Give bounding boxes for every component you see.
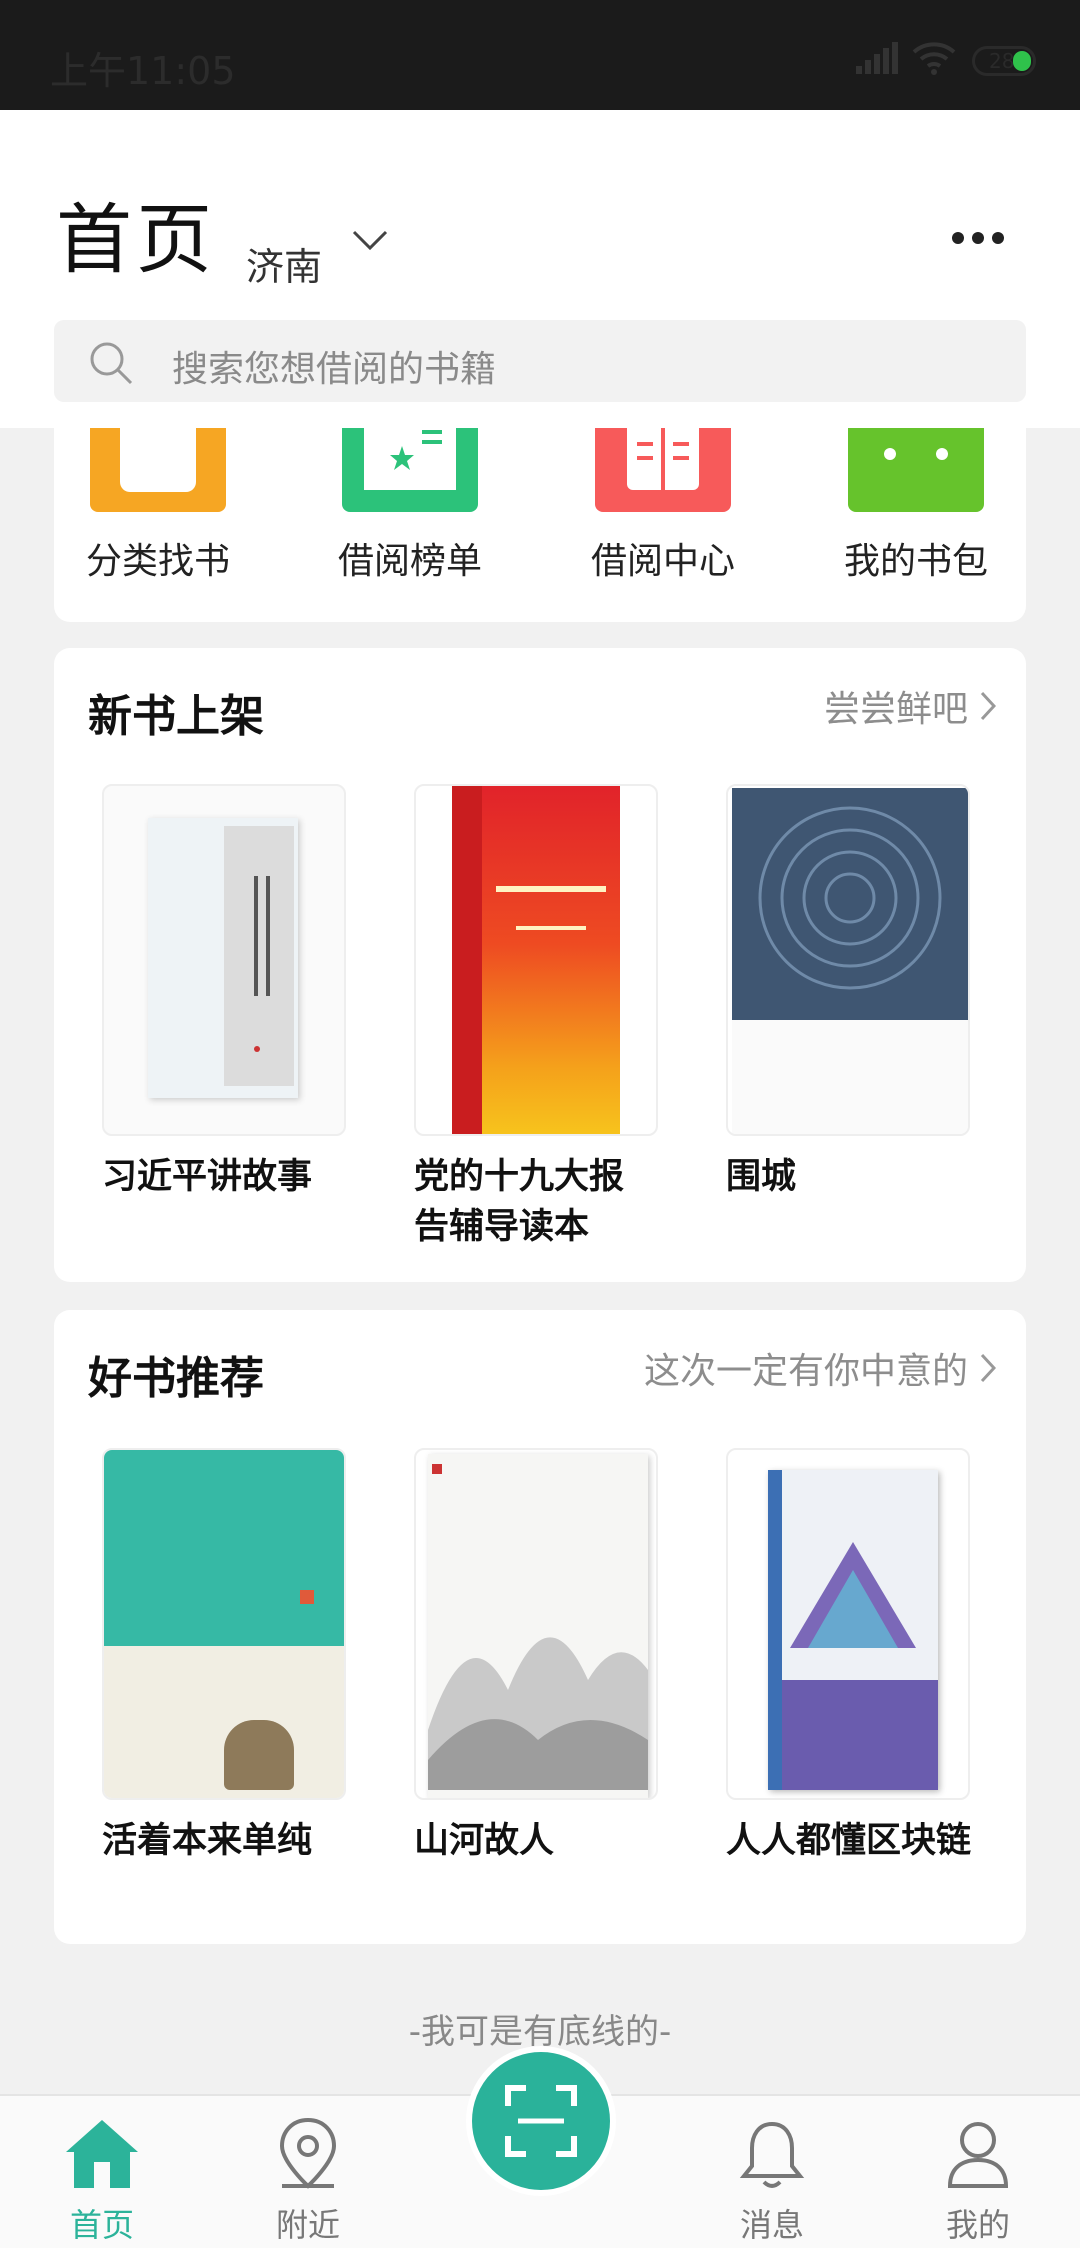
book-cover <box>726 1448 970 1800</box>
section-title: 新书上架 <box>88 691 264 742</box>
section-more-link[interactable]: 尝尝鲜吧 <box>824 680 996 732</box>
tab-messages[interactable]: 消息 <box>692 2096 852 2248</box>
tab-home[interactable]: 首页 <box>22 2096 182 2248</box>
book-title: 人人都懂区块链 <box>726 1821 972 1861</box>
tab-label: 附近 <box>275 2206 340 2244</box>
book-cover <box>414 1448 658 1800</box>
ranking-icon <box>342 428 478 512</box>
search-input[interactable]: 搜索您想借阅的书籍 <box>54 320 1026 402</box>
user-icon <box>947 2122 1009 2188</box>
signal-icon <box>856 42 898 74</box>
battery-icon: 28 <box>972 46 1036 76</box>
bell-icon <box>739 2121 805 2188</box>
tab-label: 首页 <box>69 2206 134 2244</box>
search-icon <box>90 342 133 385</box>
book-card[interactable]: 党的十九大报 告辅导读本 <box>414 784 662 1252</box>
page-title: 首页 <box>56 195 216 284</box>
city-selector[interactable]: 济南 <box>246 236 322 291</box>
book-cover <box>102 1448 346 1800</box>
section-more-link[interactable]: 这次一定有你中意的 <box>644 1342 996 1394</box>
open-book-icon <box>595 428 731 512</box>
quick-item-label: 借阅中心 <box>590 541 735 582</box>
quick-item-label: 借阅榜单 <box>337 541 482 582</box>
scan-icon <box>505 2085 577 2157</box>
tab-label: 消息 <box>739 2206 804 2244</box>
battery-level: 28 <box>989 49 1015 73</box>
bag-icon <box>848 428 984 512</box>
quick-item-label: 我的书包 <box>843 541 988 582</box>
book-card[interactable]: 人人都懂区块链 <box>726 1448 974 1866</box>
scan-button[interactable] <box>466 2046 616 2196</box>
status-bar: 上午11:05 28 <box>0 0 1080 110</box>
recommended-section: 好书推荐 这次一定有你中意的 活着本来单纯 山河故人 人人都懂区块链 <box>54 1310 1026 1944</box>
section-more-label: 尝尝鲜吧 <box>823 689 968 730</box>
chevron-right-icon <box>980 1353 996 1383</box>
category-icon <box>90 428 226 512</box>
wifi-icon <box>912 42 956 75</box>
book-cover <box>726 784 970 1136</box>
tab-mine[interactable]: 我的 <box>898 2096 1058 2248</box>
quick-menu: 分类找书 借阅榜单 借阅中心 我的书包 <box>54 428 1026 622</box>
chevron-down-icon[interactable] <box>352 230 388 252</box>
book-title: 山河故人 <box>414 1821 555 1861</box>
book-title: 党的十九大报 告辅导读本 <box>414 1157 625 1247</box>
book-cover <box>102 784 346 1136</box>
quick-item-my-bag[interactable]: 我的书包 <box>812 428 992 622</box>
book-cover <box>414 784 658 1136</box>
book-card[interactable]: 山河故人 <box>414 1448 662 1866</box>
quick-item-ranking[interactable]: 借阅榜单 <box>306 428 486 622</box>
book-card[interactable]: 活着本来单纯 <box>102 1448 350 1866</box>
section-title: 好书推荐 <box>88 1353 264 1404</box>
status-time: 上午11:05 <box>50 49 236 93</box>
book-title: 围城 <box>726 1157 797 1197</box>
book-card[interactable]: 围城 <box>726 784 974 1202</box>
chevron-right-icon <box>980 691 996 721</box>
search-placeholder: 搜索您想借阅的书籍 <box>172 349 497 390</box>
location-pin-icon <box>279 2117 337 2189</box>
tab-nearby[interactable]: 附近 <box>228 2096 388 2248</box>
more-icon[interactable] <box>950 230 1006 246</box>
tab-label: 我的 <box>945 2206 1010 2244</box>
quick-item-borrow-center[interactable]: 借阅中心 <box>559 428 739 622</box>
book-title: 习近平讲故事 <box>102 1157 313 1197</box>
section-more-label: 这次一定有你中意的 <box>643 1351 968 1392</box>
book-card[interactable]: 习近平讲故事 <box>102 784 350 1202</box>
quick-item-category[interactable]: 分类找书 <box>54 428 234 622</box>
home-icon <box>66 2120 138 2188</box>
header: 首页 济南 搜索您想借阅的书籍 <box>0 110 1080 428</box>
new-books-section: 新书上架 尝尝鲜吧 习近平讲故事 党的十九大报 告辅导读本 围城 <box>54 648 1026 1282</box>
book-title: 活着本来单纯 <box>102 1821 313 1861</box>
quick-item-label: 分类找书 <box>85 541 230 582</box>
